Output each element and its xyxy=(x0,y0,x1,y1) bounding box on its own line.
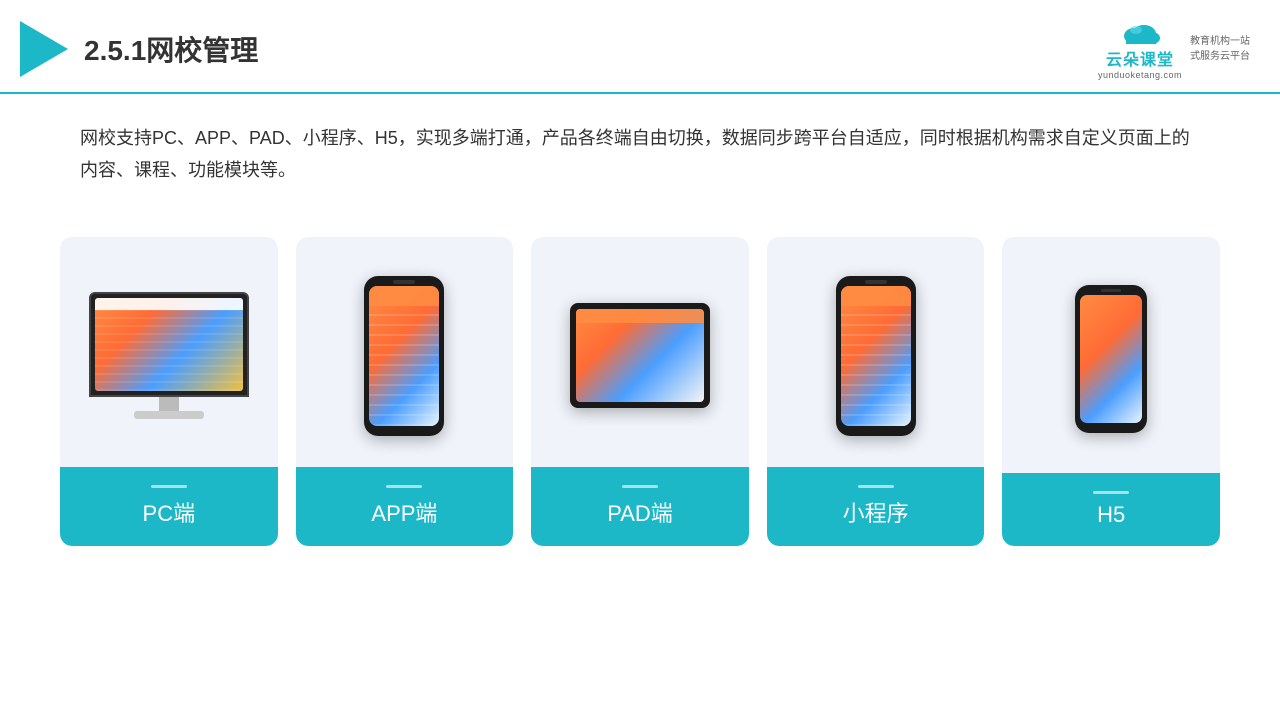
page-title: 2.5.1网校管理 xyxy=(84,29,258,69)
pc-mockup xyxy=(89,292,249,419)
h5-image-area xyxy=(1002,237,1220,473)
pad-card: PAD端 xyxy=(531,237,749,546)
miniprogram-image-area xyxy=(767,237,985,467)
pad-label: PAD端 xyxy=(531,467,749,546)
miniprogram-card: 小程序 xyxy=(767,237,985,546)
pc-screen-inner xyxy=(95,298,243,391)
pc-label: PC端 xyxy=(60,467,278,546)
header: 2.5.1网校管理 云朵课堂 yunduoketang.com 教育机构一站 式… xyxy=(0,0,1280,94)
pc-neck xyxy=(159,397,179,411)
label-divider xyxy=(151,485,187,488)
description-paragraph: 网校支持PC、APP、PAD、小程序、H5，实现多端打通，产品各终端自由切换，数… xyxy=(80,122,1200,187)
pad-tablet-mockup xyxy=(570,303,710,408)
pad-image-area xyxy=(531,237,749,467)
h5-phone-screen xyxy=(1080,295,1142,423)
cloud-icon xyxy=(1116,18,1164,46)
brand-url: yunduoketang.com xyxy=(1098,70,1182,80)
label-divider-3 xyxy=(622,485,658,488)
device-cards-container: PC端 APP端 PAD端 xyxy=(0,207,1280,566)
logo-triangle-icon xyxy=(20,21,68,77)
brand-name: 云朵课堂 xyxy=(1106,46,1174,70)
miniprogram-label: 小程序 xyxy=(767,467,985,546)
brand-area: 云朵课堂 yunduoketang.com 教育机构一站 式服务云平台 xyxy=(1098,18,1250,80)
app-label: APP端 xyxy=(296,467,514,546)
miniprogram-phone-screen xyxy=(841,286,911,426)
pc-image-area xyxy=(60,237,278,467)
pc-base xyxy=(134,411,204,419)
h5-phone-mockup xyxy=(1075,285,1147,433)
pc-screen-outer xyxy=(89,292,249,397)
miniprogram-phone-mockup xyxy=(836,276,916,436)
app-phone-mockup xyxy=(364,276,444,436)
description-text: 网校支持PC、APP、PAD、小程序、H5，实现多端打通，产品各终端自由切换，数… xyxy=(0,94,1280,197)
h5-label: H5 xyxy=(1002,473,1220,546)
brand-logo: 云朵课堂 yunduoketang.com xyxy=(1098,18,1182,80)
label-divider-5 xyxy=(1093,491,1129,494)
label-divider-4 xyxy=(858,485,894,488)
pc-card: PC端 xyxy=(60,237,278,546)
h5-card: H5 xyxy=(1002,237,1220,546)
header-left: 2.5.1网校管理 xyxy=(20,21,258,77)
brand-slogan-line1: 教育机构一站 xyxy=(1190,34,1250,49)
brand-slogan: 教育机构一站 式服务云平台 xyxy=(1190,34,1250,64)
pad-tablet-screen xyxy=(576,309,704,402)
app-card: APP端 xyxy=(296,237,514,546)
app-image-area xyxy=(296,237,514,467)
app-phone-screen xyxy=(369,286,439,426)
brand-slogan-line2: 式服务云平台 xyxy=(1190,49,1250,64)
label-divider-2 xyxy=(386,485,422,488)
